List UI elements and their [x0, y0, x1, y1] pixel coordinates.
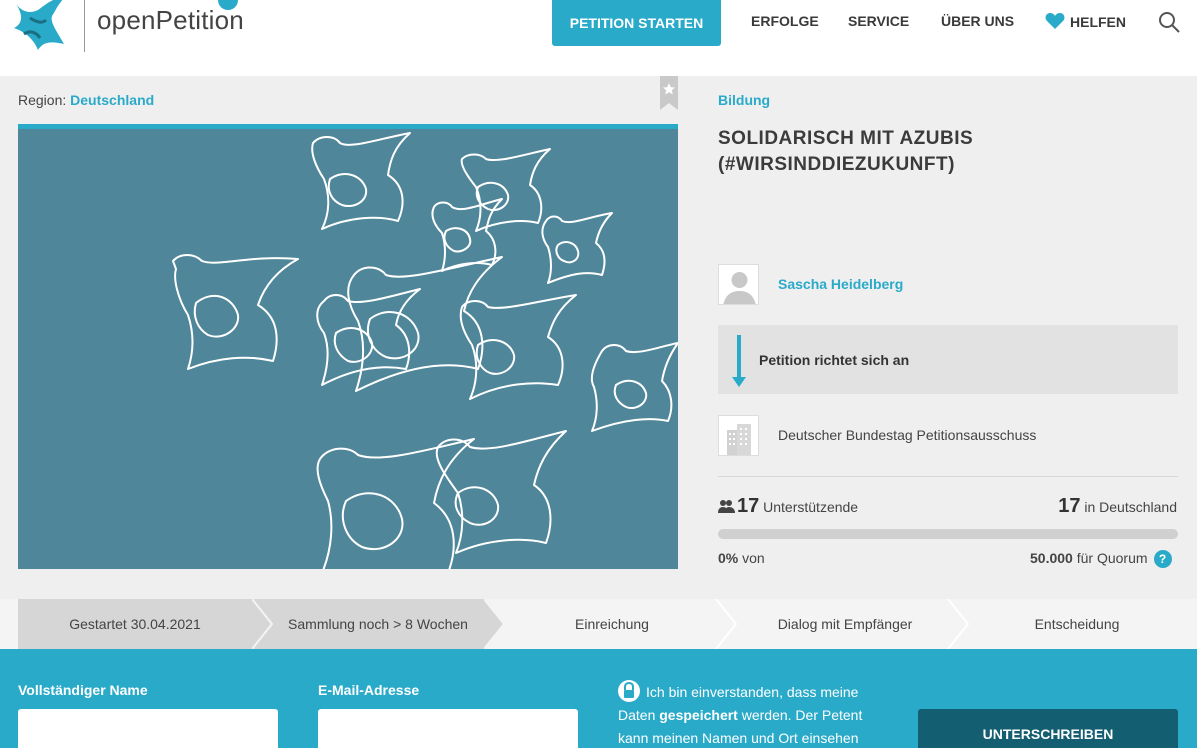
step-submission[interactable]: Einreichung — [500, 599, 724, 649]
step-started[interactable]: Gestartet 30.04.2021 — [18, 599, 252, 649]
region-line: Region: Deutschland — [18, 92, 154, 108]
building-icon — [718, 415, 759, 456]
nav-ueber-uns[interactable]: ÜBER UNS — [941, 13, 1014, 29]
progress-bar — [718, 529, 1178, 539]
logo-separator — [84, 0, 85, 52]
nav-erfolge[interactable]: ERFOLGE — [751, 13, 819, 29]
avatar[interactable] — [718, 264, 759, 305]
region-label: Region: — [18, 92, 67, 108]
name-field[interactable] — [18, 709, 278, 748]
start-petition-button[interactable]: PETITION STARTEN — [552, 0, 721, 46]
consent-text[interactable]: Ich bin einverstanden, dass meine Daten … — [618, 681, 883, 748]
help-icon[interactable]: ? — [1153, 550, 1172, 569]
region-link[interactable]: Deutschland — [70, 92, 154, 108]
user-silhouette-icon — [723, 272, 756, 304]
petition-title: SOLIDARISCH MIT AZUBIS (#WIRSINDDIEZUKUN… — [718, 128, 974, 175]
petition-progress-steps: Gestartet 30.04.2021 Sammlung noch > 8 W… — [0, 599, 1197, 649]
email-field[interactable] — [318, 709, 578, 748]
petition-image — [18, 124, 678, 569]
recipient-heading: Petition richtet sich an — [759, 352, 910, 368]
bookmark-star-icon[interactable] — [660, 76, 678, 110]
arrow-down-icon — [732, 335, 746, 387]
supporters-icon — [718, 500, 735, 513]
country-count: 17 — [1058, 495, 1081, 517]
step-decision[interactable]: Entscheidung — [966, 599, 1188, 649]
sign-button[interactable]: UNTERSCHREIBEN — [918, 709, 1178, 748]
recipient-name: Deutscher Bundestag Petitionsausschuss — [778, 427, 1037, 443]
logo-bird-icon[interactable] — [8, 0, 74, 56]
country-label: in Deutschland — [1084, 499, 1177, 515]
country-count-line: 17 in Deutschland — [1058, 495, 1177, 518]
step-dialogue[interactable]: Dialog mit Empfänger — [734, 599, 956, 649]
progress-percent-line: 0% von — [718, 550, 765, 566]
nav-helfen[interactable]: HELFEN — [1045, 13, 1126, 30]
site-header: openPetition PETITION STARTEN ERFOLGE SE… — [0, 0, 1197, 76]
consent-bold: gespeichert — [659, 707, 738, 723]
doves-illustration — [172, 132, 678, 569]
category-link[interactable]: Bildung — [718, 92, 770, 108]
heart-icon — [1045, 13, 1065, 29]
quorum-label: für Quorum — [1076, 550, 1148, 566]
nav-service[interactable]: SERVICE — [848, 13, 909, 29]
step-collection[interactable]: Sammlung noch > 8 Wochen — [270, 599, 486, 649]
quorum-line: 50.000 für Quorum? — [1030, 550, 1172, 569]
supporters-count: 17 — [737, 495, 760, 517]
name-label: Vollständiger Name — [18, 682, 148, 698]
quorum-value: 50.000 — [1030, 550, 1073, 566]
progress-percent-suffix: von — [742, 550, 765, 566]
nav-helfen-label: HELFEN — [1070, 13, 1126, 30]
divider — [718, 476, 1178, 477]
email-label: E-Mail-Adresse — [318, 682, 420, 698]
supporters-count-line: 17 Unterstützende — [737, 495, 858, 518]
author-link[interactable]: Sascha Heidelberg — [778, 276, 903, 292]
search-icon[interactable] — [1158, 11, 1180, 33]
progress-percent: 0% — [718, 550, 739, 566]
logo-text[interactable]: openPetition — [97, 5, 244, 36]
supporters-label: Unterstützende — [763, 499, 859, 515]
